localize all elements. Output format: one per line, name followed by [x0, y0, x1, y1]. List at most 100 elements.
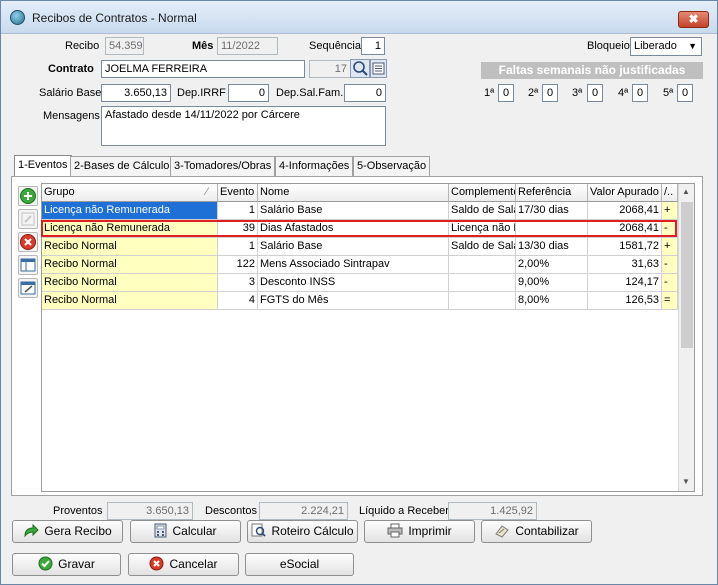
cell-grupo[interactable]: Licença não Remunerada: [42, 220, 218, 238]
falta-2-field[interactable]: 0: [542, 84, 558, 102]
cell-sign[interactable]: -: [662, 256, 678, 274]
cancelar-button[interactable]: Cancelar: [128, 553, 239, 576]
contabilizar-button[interactable]: Contabilizar: [481, 520, 592, 543]
scroll-thumb[interactable]: [681, 202, 693, 348]
cell-complemento[interactable]: [449, 274, 516, 292]
gravar-button[interactable]: Gravar: [12, 553, 121, 576]
cell-nome[interactable]: Desconto INSS: [258, 274, 449, 292]
gravar-label: Gravar: [58, 557, 95, 571]
cell-nome[interactable]: Mens Associado Sintrapav: [258, 256, 449, 274]
falta-2-label: 2ª: [528, 87, 539, 99]
cell-referencia[interactable]: 2,00%: [516, 256, 588, 274]
cell-valor[interactable]: 124,17: [588, 274, 662, 292]
bloqueio-select[interactable]: Liberado ▼: [630, 37, 702, 56]
gera-recibo-label: Gera Recibo: [44, 524, 112, 538]
col-complemento-header[interactable]: Complemento: [449, 184, 516, 202]
falta-5-field[interactable]: 0: [677, 84, 693, 102]
cell-valor[interactable]: 2068,41: [588, 220, 662, 238]
imprimir-button[interactable]: Imprimir: [364, 520, 475, 543]
cell-evento[interactable]: 3: [218, 274, 258, 292]
delete-icon: [20, 234, 36, 250]
falta-4-field[interactable]: 0: [632, 84, 648, 102]
col-valor-header[interactable]: Valor Apurado: [588, 184, 662, 202]
cell-sign[interactable]: +: [662, 238, 678, 256]
liquido-label: Líquido a Receber: [359, 505, 449, 517]
scroll-up-icon[interactable]: ▲: [682, 187, 690, 196]
cell-evento[interactable]: 1: [218, 238, 258, 256]
cell-evento[interactable]: 4: [218, 292, 258, 310]
edit-event-button[interactable]: [18, 209, 38, 229]
tab-informacoes[interactable]: 4-Informações: [275, 156, 354, 176]
cell-complemento[interactable]: Saldo de Salário: [449, 202, 516, 220]
sequencia-field[interactable]: 1: [361, 37, 385, 55]
gera-recibo-button[interactable]: Gera Recibo: [12, 520, 123, 543]
grid-scrollbar[interactable]: ▲ ▼: [678, 184, 694, 491]
salfam-label: Dep.Sal.Fam.: [276, 87, 344, 99]
col-grupo-header[interactable]: Grupo ⁄: [42, 184, 218, 202]
cell-nome[interactable]: Dias Afastados: [258, 220, 449, 238]
cell-nome[interactable]: Salário Base: [258, 202, 449, 220]
cell-referencia[interactable]: [516, 220, 588, 238]
close-button[interactable]: ✖: [678, 11, 709, 28]
col-grupo-label: Grupo: [44, 186, 75, 198]
cell-nome[interactable]: FGTS do Mês: [258, 292, 449, 310]
cell-complemento[interactable]: Saldo de Salário: [449, 238, 516, 256]
cell-nome[interactable]: Salário Base: [258, 238, 449, 256]
cell-referencia[interactable]: 8,00%: [516, 292, 588, 310]
irrf-field[interactable]: 0: [228, 84, 269, 102]
cell-grupo[interactable]: Licença não Remunerada: [42, 202, 218, 220]
window-title: Recibos de Contratos - Normal: [32, 11, 197, 25]
cell-evento[interactable]: 122: [218, 256, 258, 274]
col-nome-header[interactable]: Nome: [258, 184, 449, 202]
add-event-button[interactable]: [18, 186, 38, 206]
cell-referencia[interactable]: 9,00%: [516, 274, 588, 292]
roteiro-calculo-button[interactable]: Roteiro Cálculo: [247, 520, 358, 543]
proventos-label: Proventos: [53, 505, 103, 517]
delete-event-button[interactable]: [18, 232, 38, 252]
cell-complemento[interactable]: [449, 292, 516, 310]
salario-field[interactable]: 3.650,13: [101, 84, 171, 102]
cell-sign[interactable]: +: [662, 202, 678, 220]
cell-evento[interactable]: 1: [218, 202, 258, 220]
cell-sign[interactable]: -: [662, 220, 678, 238]
cell-grupo[interactable]: Recibo Normal: [42, 238, 218, 256]
esocial-button[interactable]: eSocial: [245, 553, 354, 576]
cell-valor[interactable]: 2068,41: [588, 202, 662, 220]
cell-referencia[interactable]: 17/30 dias: [516, 202, 588, 220]
col-referencia-header[interactable]: Referência: [516, 184, 588, 202]
cell-valor[interactable]: 1581,72: [588, 238, 662, 256]
falta-3-field[interactable]: 0: [587, 84, 603, 102]
cell-evento[interactable]: 39: [218, 220, 258, 238]
cell-referencia[interactable]: 13/30 dias: [516, 238, 588, 256]
col-evento-header[interactable]: Evento: [218, 184, 258, 202]
cell-valor[interactable]: 31,63: [588, 256, 662, 274]
contrato-label: Contrato: [48, 63, 94, 75]
search-contract-button[interactable]: [350, 59, 370, 78]
tab-eventos[interactable]: 1-Eventos: [14, 155, 72, 176]
add-icon: [20, 188, 36, 204]
events-grid[interactable]: Grupo ⁄ Evento Nome Complemento Referênci…: [41, 183, 695, 492]
cell-sign[interactable]: -: [662, 274, 678, 292]
form-edit-button[interactable]: [18, 278, 38, 298]
cell-complemento[interactable]: Licença não Remunerada: [449, 220, 516, 238]
col-sign-header[interactable]: /..: [662, 184, 678, 202]
mensagens-textarea[interactable]: Afastado desde 14/11/2022 por Cárcere: [101, 106, 386, 146]
salfam-field[interactable]: 0: [344, 84, 386, 102]
scroll-down-icon[interactable]: ▼: [682, 477, 690, 486]
cell-grupo[interactable]: Recibo Normal: [42, 274, 218, 292]
cell-grupo[interactable]: Recibo Normal: [42, 292, 218, 310]
cell-sign[interactable]: =: [662, 292, 678, 310]
tab-observacao[interactable]: 5-Observação: [353, 156, 431, 176]
falta-1-field[interactable]: 0: [498, 84, 514, 102]
tab-tomadores-obras[interactable]: 3-Tomadores/Obras: [170, 156, 276, 176]
cell-grupo[interactable]: Recibo Normal: [42, 256, 218, 274]
table-view-button[interactable]: [18, 255, 38, 275]
calculator-icon: [154, 523, 167, 538]
falta-4-label: 4ª: [618, 87, 629, 99]
contract-details-button[interactable]: [370, 59, 387, 78]
cell-complemento[interactable]: [449, 256, 516, 274]
contrato-field[interactable]: JOELMA FERREIRA: [101, 60, 305, 78]
calcular-button[interactable]: Calcular: [130, 520, 241, 543]
cell-valor[interactable]: 126,53: [588, 292, 662, 310]
tab-bases-calculo[interactable]: 2-Bases de Cálculo: [70, 156, 174, 176]
